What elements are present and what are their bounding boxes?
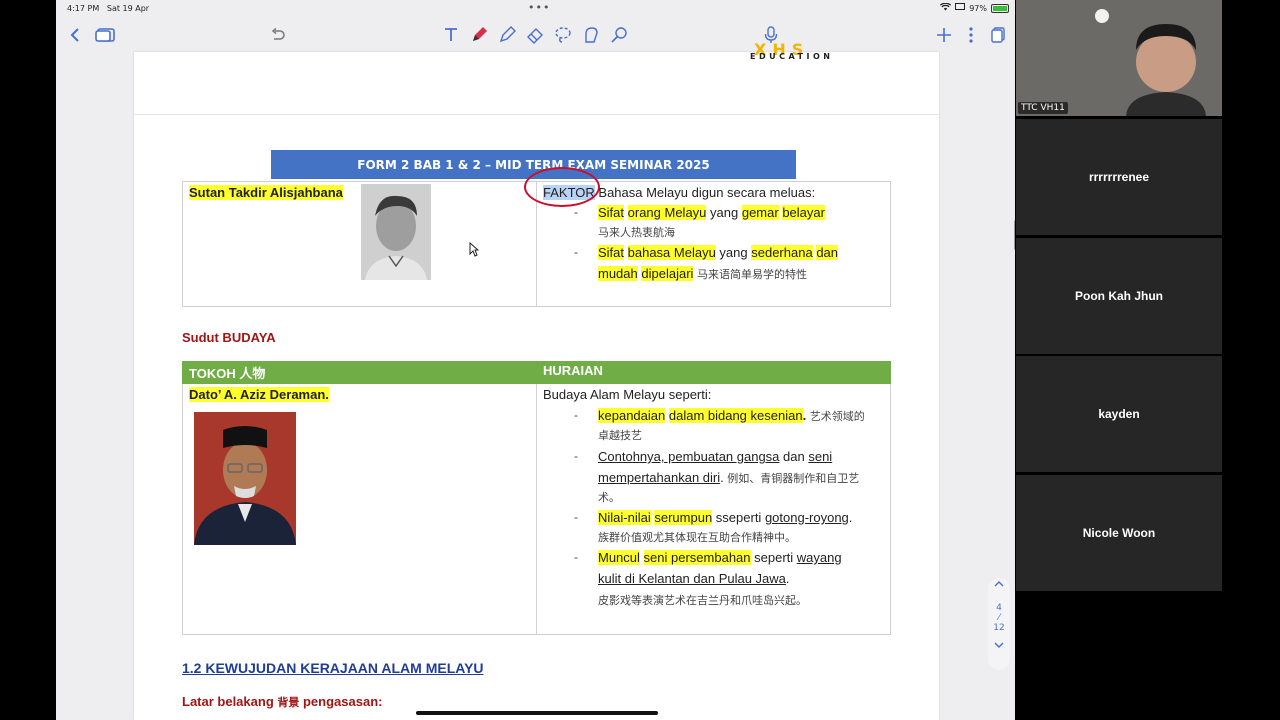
document-page[interactable]: XHS EDUCATION FORM 2 BAB 1 & 2 – MID TER… [134,40,939,720]
bullet-dash: - [574,408,578,422]
eraser-tool-icon[interactable] [524,24,546,46]
huraian-item-3-chinese: 族群价值观尤其体现在互助合作精神中。 [598,531,796,544]
thumbnails-icon[interactable] [94,24,116,46]
status-time: 4:17 PM Sat 19 Apr [67,4,150,13]
huraian-item-4-chinese: 皮影戏等表演艺术在吉兰丹和爪哇岛兴起。 [598,594,807,607]
highlighter-tool-icon[interactable] [496,24,518,46]
home-indicator[interactable] [416,711,658,715]
faktor-item-1: Sifat orang Melayu yang gemar belayar [598,205,825,220]
huraian-item-4-cont: kulit di Kelantan dan Pulau Jawa. [598,571,790,586]
huraian-item-3: Nilai-nilai serumpun sseperti gotong-roy… [598,510,853,525]
huraian-intro: Budaya Alam Melayu seperti: [543,387,712,402]
page-divider [134,114,939,115]
table-divider [536,384,537,635]
red-annotation-circle [524,167,600,207]
faktor-item-2: Sifat bahasa Melayu yang sederhana dan [598,245,839,260]
battery-icon [991,3,1009,13]
participant-tile[interactable]: rrrrrrrenee [1016,119,1222,235]
participant-tile[interactable]: kayden [1016,356,1222,472]
huraian-item-2-cont: mempertahankan diri. 例如、青铜器制作和自卫艺 [598,470,860,485]
bullet-dash: - [574,510,578,524]
participant-tile[interactable]: Poon Kah Jhun [1016,238,1222,354]
shape-tool-icon[interactable] [580,24,602,46]
status-bar: 4:17 PM Sat 19 Apr ••• 97% [56,0,1015,18]
participant-name: Poon Kah Jhun [1075,289,1163,303]
link-tool-icon[interactable] [608,24,630,46]
cursor-icon [469,241,480,261]
latar-belakang-heading: Latar belakang 背景 pengasasan: [182,694,383,709]
screen-mirroring-icon [955,3,966,13]
total-pages: 12 [993,623,1005,633]
header-tokoh: TOKOH 人物 [189,366,266,381]
undo-icon[interactable] [267,24,289,46]
multitasking-dots[interactable]: ••• [528,1,550,14]
participant-name: kayden [1098,407,1140,421]
participant-panel: TTC VH11 rrrrrrrenee Poon Kah Jhun kayde… [1015,0,1223,720]
bullet-dash: - [574,449,578,463]
portrait-sutan-takdir [361,184,431,280]
ipad-goodnotes-window: 4:17 PM Sat 19 Apr ••• 97% XHS EDUCATION… [56,0,1015,720]
pen-tool-icon[interactable] [468,24,490,46]
lasso-tool-icon[interactable] [552,24,574,46]
huraian-item-2-chinese: 术。 [598,491,620,504]
battery-percent: 97% [969,3,987,13]
bullet-dash: - [574,550,578,564]
bullet-dash: - [574,245,578,259]
huraian-item-1: kepandaian dalam bidang kesenian. 艺术领域的 [598,408,865,423]
bullet-dash: - [574,205,578,219]
plus-icon[interactable] [933,24,955,46]
huraian-item-4: Muncul seni persembahan seperti wayang [598,550,842,565]
huraian-item-1-chinese: 卓越技艺 [598,429,642,442]
document-title: FORM 2 BAB 1 & 2 – MID TERM EXAM SEMINAR… [357,157,710,172]
page-separator: ⁄ [998,613,1000,623]
chevron-up-icon[interactable] [988,580,1010,591]
more-icon[interactable] [960,24,982,46]
chevron-down-icon[interactable] [988,641,1010,652]
participant-name: Nicole Woon [1082,526,1156,540]
text-tool-icon[interactable] [440,24,462,46]
participant-name: rrrrrrrenee [1088,170,1150,184]
status-right: 97% [940,2,1009,13]
chevron-left-icon[interactable] [64,24,86,46]
faktor-item-1-chinese: 马来人热衷航海 [598,226,675,239]
participant-video-name: TTC VH11 [1018,102,1068,114]
participant-video-tile[interactable]: TTC VH11 [1016,0,1222,116]
faktor-item-2-cont: mudah dipelajari 马来语简单易学的特性 [598,266,808,281]
header-huraian: HURAIAN [543,363,603,378]
xhs-education-logo: XHS EDUCATION [748,40,868,72]
budaya-heading: Sudut BUDAYA [182,330,276,345]
logo-text: EDUCATION [750,52,834,61]
screen: 4:17 PM Sat 19 Apr ••• 97% XHS EDUCATION… [0,0,1280,720]
tokoh-name-aziz: Dato’ A. Aziz Deraman. [189,387,329,402]
current-page: 4 [996,603,1002,613]
page-indicator[interactable]: 4 ⁄ 12 [988,578,1010,670]
toolbar [56,18,1015,52]
section-heading-1-2: 1.2 KEWUJUDAN KERAJAAN ALAM MELAYU [182,660,484,676]
wifi-icon [940,2,952,13]
participant-tile[interactable]: Nicole Woon [1016,475,1222,591]
pages-icon[interactable] [987,24,1009,46]
huraian-item-2: Contohnya, pembuatan gangsa dan seni [598,449,833,464]
budaya-table-header: TOKOH 人物 HURAIAN [182,361,891,384]
portrait-aziz-deraman [194,412,296,545]
tokoh-name-sutan: Sutan Takdir Alisjahbana [189,185,343,200]
